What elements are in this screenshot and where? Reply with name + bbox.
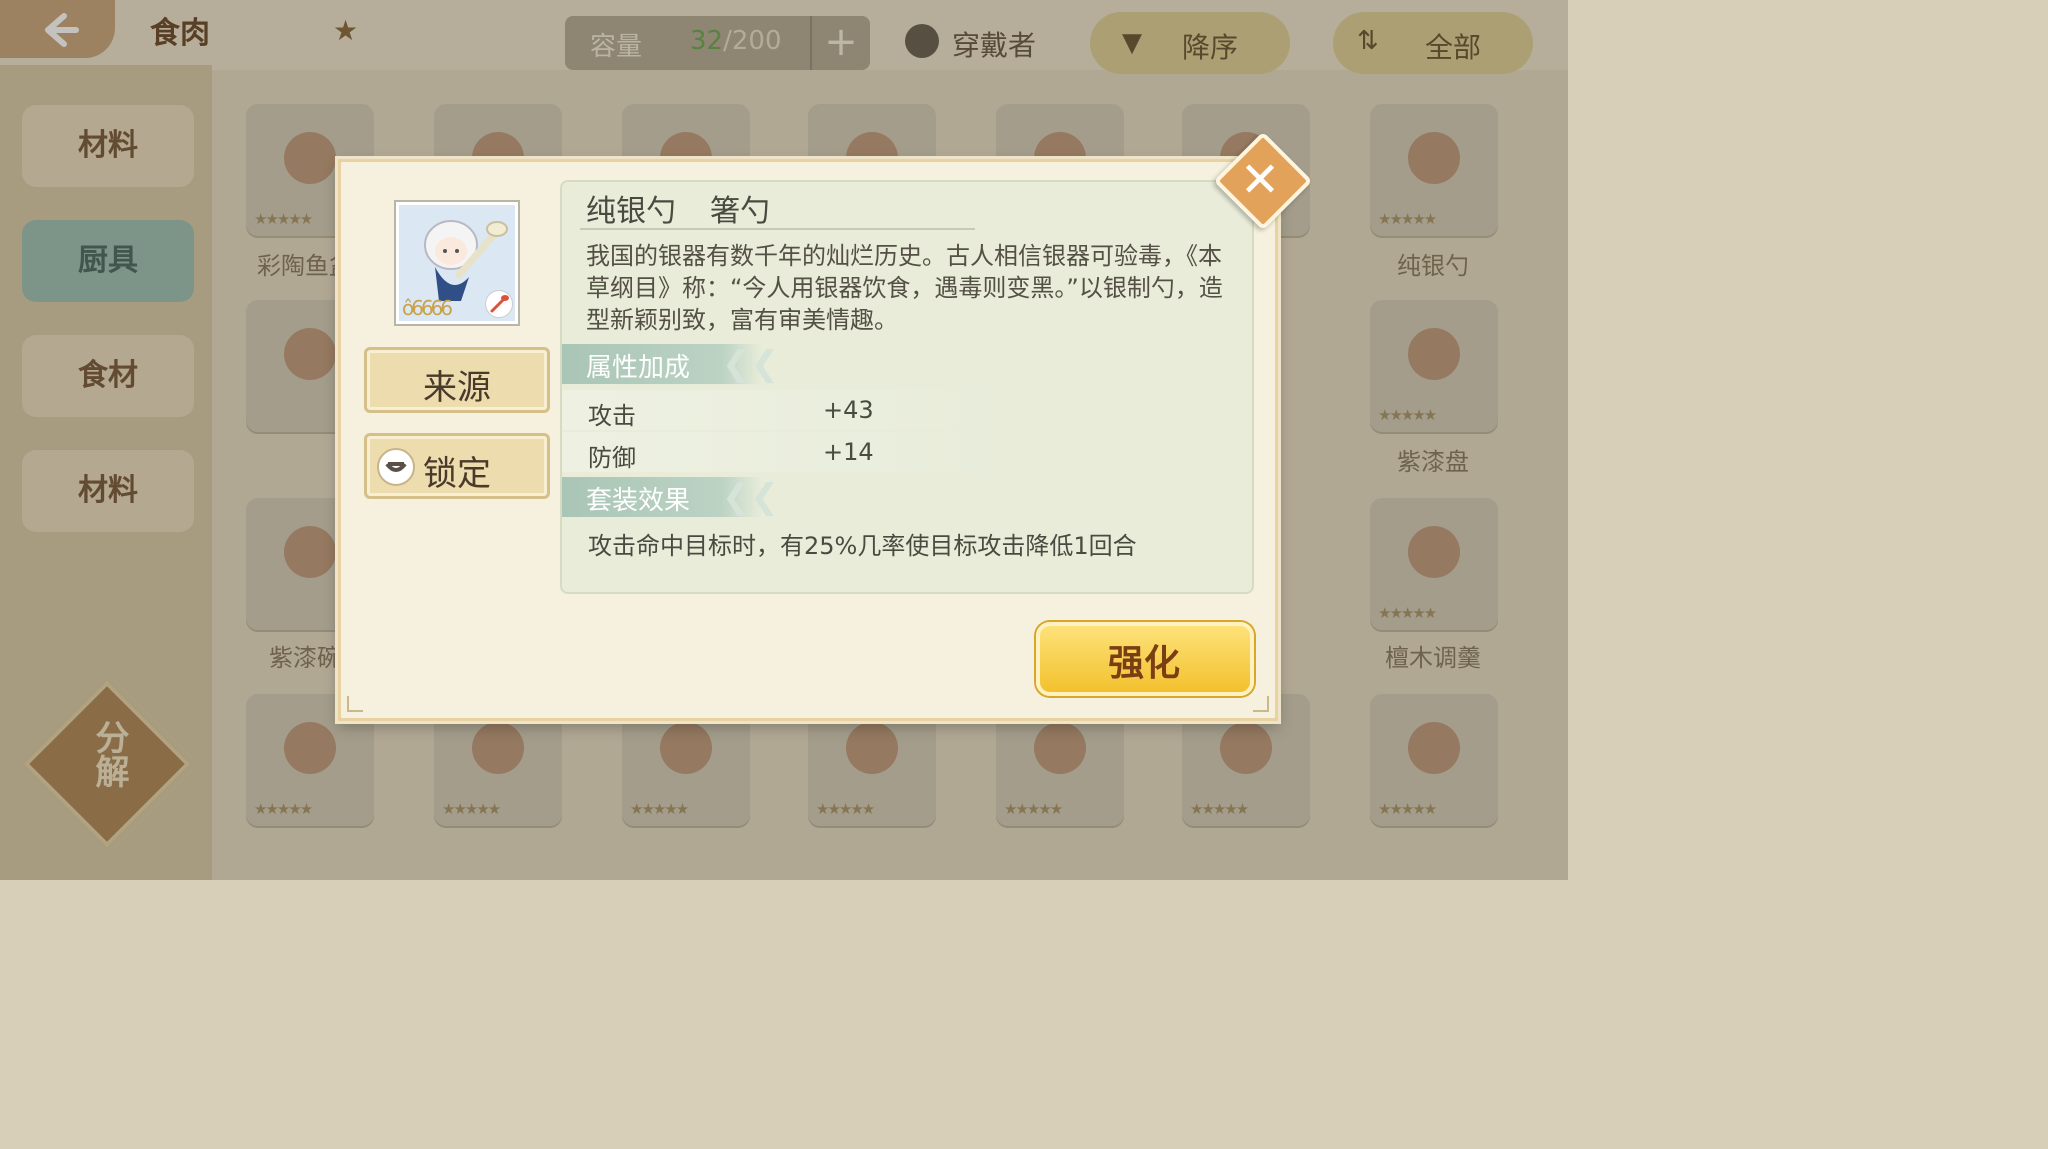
corner-ornament <box>1253 696 1269 712</box>
stat-value: +14 <box>823 438 874 466</box>
stat-name: 防御 <box>588 444 636 472</box>
stat-value: +43 <box>823 396 874 424</box>
chevron-left-icon: ❮❮ <box>722 477 779 517</box>
stat-row-defense: 防御 +14 <box>562 432 1202 472</box>
lock-button[interactable]: 锁定 <box>364 433 550 499</box>
title-divider <box>580 228 975 230</box>
attributes-header-label: 属性加成 <box>586 353 691 383</box>
source-button-label: 来源 <box>423 368 491 408</box>
close-icon[interactable]: ✕ <box>1238 152 1282 208</box>
lock-button-label: 锁定 <box>423 454 491 494</box>
enhance-button[interactable]: 强化 <box>1036 622 1254 696</box>
stat-name: 攻击 <box>588 402 636 430</box>
set-effect-text: 攻击命中目标时，有25%几率使目标攻击降低1回合 <box>588 532 1137 560</box>
chevron-left-icon: ❮❮ <box>722 344 779 384</box>
spoon-type-icon <box>485 290 513 318</box>
item-type: 箸勺 <box>710 194 770 229</box>
attributes-section-header: 属性加成 ❮❮ <box>562 344 779 384</box>
lock-icon <box>377 448 415 486</box>
corner-ornament <box>347 696 363 712</box>
item-name: 纯银勺 <box>586 194 676 229</box>
set-header-label: 套装效果 <box>586 486 691 516</box>
portrait-star-rating: ô6666 <box>402 296 453 320</box>
enhance-button-label: 强化 <box>1108 643 1181 684</box>
item-description: 我国的银器有数千年的灿烂历史。古人相信银器可验毒，《本草纲目》称：“今人用银器饮… <box>586 242 1223 334</box>
source-button[interactable]: 来源 <box>364 347 550 413</box>
set-effect-section-header: 套装效果 ❮❮ <box>562 477 779 517</box>
stat-row-attack: 攻击 +43 <box>562 390 1202 430</box>
